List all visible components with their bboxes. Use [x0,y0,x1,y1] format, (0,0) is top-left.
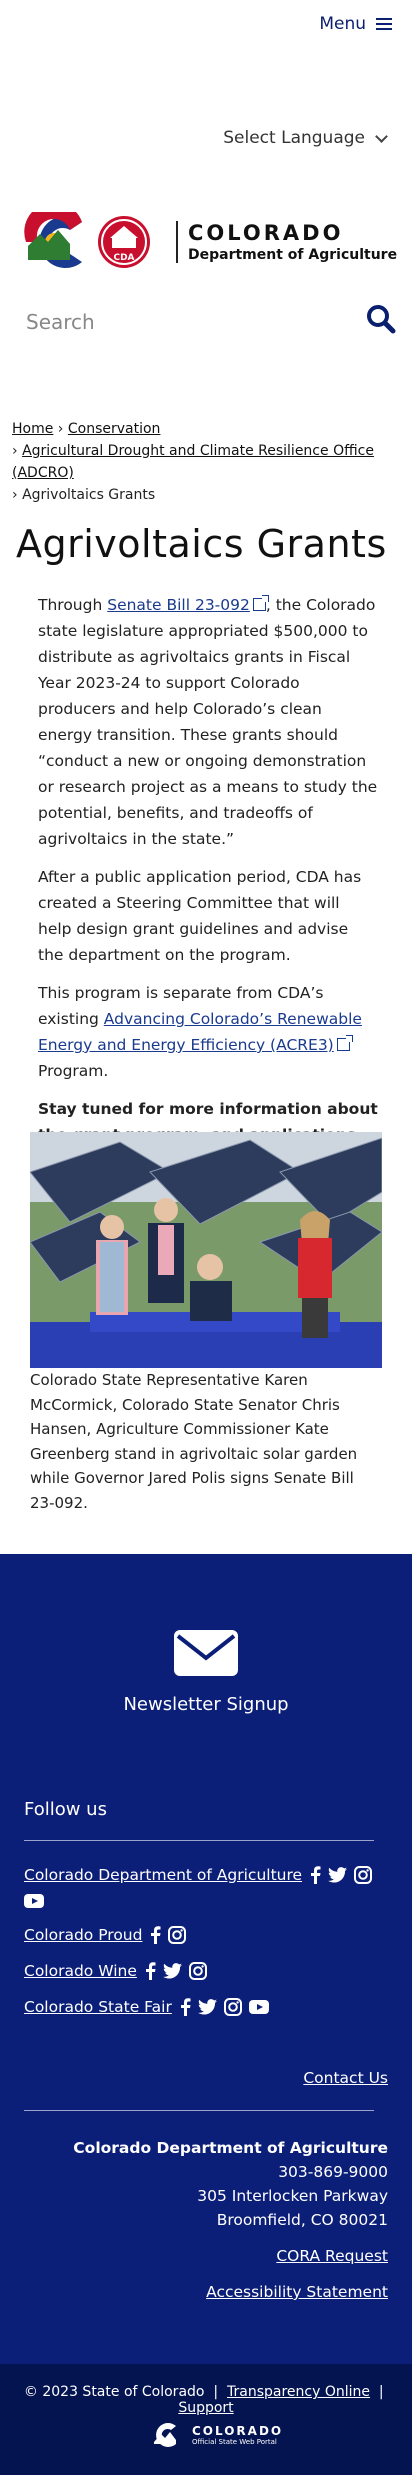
copyright: © 2023 State of Colorado [23,2384,205,2400]
hamburger-icon [376,18,392,30]
transparency-link[interactable]: Transparency Online [227,2384,370,2400]
youtube-icon[interactable] [248,2000,269,2014]
contact-info: Colorado Department of Agriculture 303-8… [73,2136,388,2232]
twitter-icon[interactable] [162,1963,182,1979]
search-icon[interactable] [366,304,396,338]
instagram-icon[interactable] [168,1926,187,1944]
main-content: Through Senate Bill 23-092, the Colorado… [38,592,378,1186]
footer-links: CORA Request [276,2244,388,2268]
twitter-icon[interactable] [328,1867,348,1883]
breadcrumb-separator: › [57,421,64,437]
newsletter-signup[interactable]: Newsletter Signup [0,1628,412,1715]
steering-paragraph: After a public application period, CDA h… [38,868,362,964]
external-link-icon [336,1035,353,1051]
site-footer: Newsletter Signup Follow us Colorado Dep… [0,1554,412,2364]
facebook-icon[interactable] [309,1866,321,1884]
portal-subtitle: Official State Web Portal [192,2438,277,2446]
twitter-icon[interactable] [197,1999,217,2015]
colorado-c-icon: CDA [24,212,150,268]
facebook-icon[interactable] [144,1962,156,1980]
divider [24,2110,374,2111]
photo-caption: Colorado State Representative Karen McCo… [30,1371,358,1512]
youtube-icon[interactable] [24,1894,44,1908]
newsletter-label: Newsletter Signup [123,1694,289,1715]
separator: | [378,2384,384,2400]
person-right [298,1211,332,1338]
person-left [96,1215,128,1315]
address-line2: Broomfield, CO 80021 [216,2211,388,2229]
logo-title: COLORADO [188,221,344,245]
phone: 303-869-9000 [278,2163,388,2181]
divider [24,1840,374,1841]
social-row-cda: Colorado Department of Agriculture [24,1866,373,1884]
search-input[interactable]: Search [26,310,95,334]
envelope-icon [174,1630,238,1676]
colorado-proud-link[interactable]: Colorado Proud [24,1926,142,1944]
follow-us-heading: Follow us [24,1799,107,1820]
address-line1: 305 Interlocken Parkway [197,2187,388,2205]
breadcrumb-separator: › [12,443,18,459]
colorado-c-icon [154,2423,176,2447]
cora-request-link[interactable]: CORA Request [276,2247,388,2265]
separator: | [213,2384,219,2400]
instagram-icon[interactable] [354,1866,373,1884]
contact-us-link[interactable]: Contact Us [303,2069,388,2087]
bottom-bar: © 2023 State of Colorado | Transparency … [0,2364,412,2475]
menu-button[interactable]: Menu [319,14,392,34]
acre3-paragraph: This program is separate from CDA’s exis… [38,984,362,1080]
social-row-proud: Colorado Proud [24,1926,187,1944]
chevron-down-icon [375,129,388,143]
senate-bill-link[interactable]: Senate Bill 23-092 [107,596,250,614]
portal-title: COLORADO [192,2424,284,2438]
breadcrumb: Home › Conservation › Agricultural Droug… [12,418,392,506]
breadcrumb-current: Agrivoltaics Grants [22,487,156,503]
facebook-icon[interactable] [149,1926,161,1944]
social-row-fair: Colorado State Fair [24,1998,269,2016]
social-row-wine: Colorado Wine [24,1962,207,1980]
top-bar: Menu [0,0,412,52]
bottom-links: © 2023 State of Colorado | Transparency … [0,2384,412,2416]
page-title: Agrivoltaics Grants [16,522,387,566]
accessibility-link[interactable]: Accessibility Statement [206,2283,388,2301]
language-label: Select Language [223,128,365,148]
instagram-icon[interactable] [223,1998,242,2016]
contact-us: Contact Us [303,2066,388,2090]
state-portal-logo[interactable]: COLORADO Official State Web Portal [152,2422,283,2448]
instagram-icon[interactable] [188,1962,207,1980]
state-fair-link[interactable]: Colorado State Fair [24,1998,172,2016]
breadcrumb-separator: › [12,487,18,503]
footer-links-2: Accessibility Statement [206,2280,388,2304]
intro-paragraph: Through Senate Bill 23-092, the Colorado… [38,595,378,848]
facebook-icon[interactable] [179,1998,191,2016]
breadcrumb-adcro[interactable]: Agricultural Drought and Climate Resilie… [12,443,374,481]
cda-logo[interactable]: CDA COLORADO Department of Agriculture [24,212,397,272]
org-name: Colorado Department of Agriculture [73,2139,388,2157]
bill-signing-photo [30,1132,382,1368]
colorado-wine-link[interactable]: Colorado Wine [24,1962,137,1980]
logo-badge: CDA [113,253,134,263]
breadcrumb-home[interactable]: Home [12,421,53,437]
social-row-cda-youtube [24,1894,44,1908]
external-link-icon [252,595,269,611]
cda-link[interactable]: Colorado Department of Agriculture [24,1866,302,1884]
logo-subtitle: Department of Agriculture [188,247,398,263]
support-link[interactable]: Support [178,2400,233,2416]
menu-label: Menu [319,14,366,34]
breadcrumb-conservation[interactable]: Conservation [68,421,161,437]
language-select[interactable]: Select Language [223,128,388,148]
